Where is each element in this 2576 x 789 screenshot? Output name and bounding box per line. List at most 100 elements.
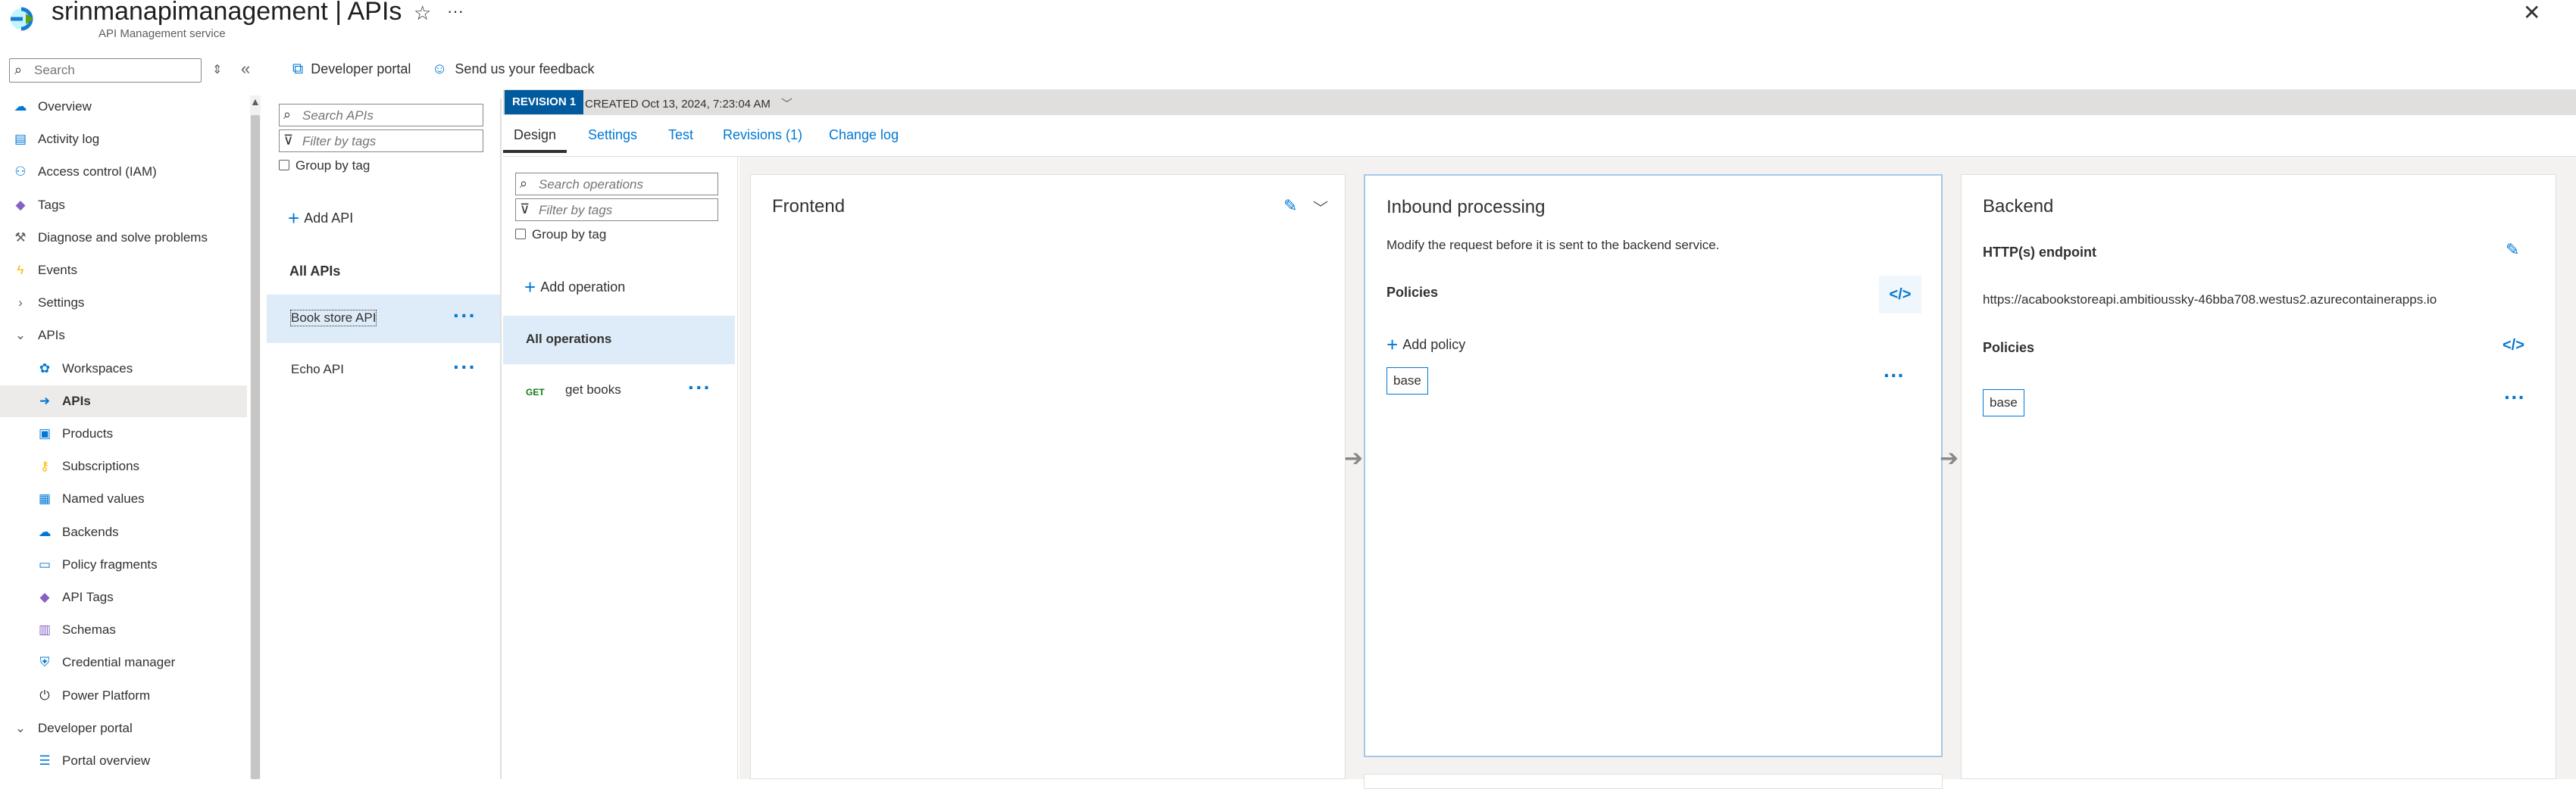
filter-apis-box[interactable]: ⊽ bbox=[279, 129, 483, 152]
cloud-icon: ☁ bbox=[14, 99, 27, 114]
sidebar-item-settings[interactable]: › Settings bbox=[0, 287, 247, 319]
operation-row-get-books[interactable]: GET get books ··· bbox=[503, 366, 735, 415]
sidebar-item-diagnose-and-solve-problems[interactable]: ⚒ Diagnose and solve problems bbox=[0, 222, 247, 254]
chevron-down-icon: ﹀ bbox=[781, 98, 793, 111]
sidebar-item-named-values[interactable]: ▦ Named values bbox=[0, 483, 247, 515]
revision-badge: REVISION 1 bbox=[505, 90, 584, 114]
filter-apis-input[interactable] bbox=[302, 133, 477, 150]
sidebar-item-access-control-iam[interactable]: ⚇ Access control (IAM) bbox=[0, 156, 247, 188]
search-operations-input[interactable] bbox=[539, 176, 713, 193]
edit-pencil-icon[interactable]: ✎ bbox=[2506, 240, 2519, 260]
sidebar-item-apis[interactable]: ⌄ APIs bbox=[0, 320, 247, 351]
search-icon: ⌕ bbox=[283, 107, 292, 122]
sidebar-item-label: Activity log bbox=[38, 132, 100, 147]
nav-scrollbar-thumb[interactable] bbox=[251, 115, 260, 779]
sidebar-item-developer-portal[interactable]: ⌄ Developer portal bbox=[0, 713, 247, 744]
api-more-icon[interactable]: ··· bbox=[453, 355, 477, 379]
api-name: Echo API bbox=[291, 362, 344, 376]
plug-icon: ⏻ bbox=[39, 688, 50, 703]
chevron-down-icon[interactable]: ﹀ bbox=[1313, 196, 1328, 218]
sidebar-item-portal-overview[interactable]: ☰ Portal overview bbox=[0, 745, 247, 777]
search-apis-input[interactable] bbox=[302, 108, 477, 124]
list-icon: ☰ bbox=[39, 753, 51, 768]
add-api-button[interactable]: + Add API bbox=[288, 207, 353, 230]
sidebar-item-overview[interactable]: ☁ Overview bbox=[0, 91, 247, 123]
policy-more-icon[interactable]: ··· bbox=[2504, 385, 2525, 410]
sidebar-item-label: Schemas bbox=[62, 622, 116, 638]
edit-pencil-icon[interactable]: ✎ bbox=[1283, 196, 1297, 216]
checkbox-box[interactable] bbox=[515, 229, 526, 239]
operation-name: get books bbox=[565, 382, 621, 397]
external-link-icon: ⧉ bbox=[292, 61, 304, 77]
tab-design[interactable]: Design bbox=[514, 127, 556, 143]
add-policy-button[interactable]: + Add policy bbox=[1386, 333, 1465, 357]
sidebar-item-apis[interactable]: ➜ APIs bbox=[0, 385, 247, 417]
tab-settings[interactable]: Settings bbox=[588, 127, 637, 143]
sidebar-item-products[interactable]: ▣ Products bbox=[0, 418, 247, 450]
tab-change-log[interactable]: Change log bbox=[829, 127, 899, 143]
chevron-down-icon: ⌄ bbox=[14, 328, 27, 343]
sidebar-item-subscriptions[interactable]: ⚷ Subscriptions bbox=[0, 451, 247, 482]
sidebar-item-label: APIs bbox=[62, 393, 91, 408]
add-operation-button[interactable]: + Add operation bbox=[524, 276, 625, 299]
filter-operations-box[interactable]: ⊽ bbox=[515, 198, 718, 221]
api-more-icon[interactable]: ··· bbox=[453, 304, 477, 328]
nav-search-box[interactable]: ⌕ bbox=[9, 58, 202, 83]
sidebar-item-api-tags[interactable]: ◆ API Tags bbox=[0, 582, 247, 613]
search-apis-box[interactable]: ⌕ bbox=[279, 104, 483, 126]
tab-revisions[interactable]: Revisions (1) bbox=[723, 127, 802, 143]
sidebar-item-power-platform[interactable]: ⏻ Power Platform bbox=[0, 680, 247, 712]
policy-more-icon[interactable]: ··· bbox=[1884, 363, 1905, 388]
sidebar-item-credential-manager[interactable]: ⛨ Credential manager bbox=[0, 647, 247, 678]
api-row-book-store[interactable]: Book store API ··· bbox=[267, 295, 500, 343]
sidebar-item-label: Products bbox=[62, 426, 114, 441]
close-icon[interactable]: ✕ bbox=[2523, 0, 2540, 25]
sidebar-item-events[interactable]: ϟ Events bbox=[0, 254, 247, 286]
all-apis-heading: All APIs bbox=[289, 264, 341, 279]
more-options-icon[interactable]: ··· bbox=[447, 2, 464, 21]
sidebar-item-backends[interactable]: ☁ Backends bbox=[0, 516, 247, 548]
feedback-person-icon: ☺ bbox=[432, 61, 448, 77]
revision-created[interactable]: CREATED Oct 13, 2024, 7:23:04 AM ﹀ bbox=[585, 95, 792, 111]
frontend-title: Frontend bbox=[772, 196, 846, 217]
sort-icon[interactable]: ⇕ bbox=[212, 62, 222, 77]
sidebar-item-workspaces[interactable]: ✿ Workspaces bbox=[0, 353, 247, 385]
lightning-icon: ϟ bbox=[17, 263, 24, 277]
favorite-star-icon[interactable]: ☆ bbox=[414, 2, 431, 25]
nav-search-input[interactable] bbox=[34, 62, 193, 79]
sidebar-item-activity-log[interactable]: ▤ Activity log bbox=[0, 123, 247, 155]
sidebar-item-tags[interactable]: ◆ Tags bbox=[0, 189, 247, 221]
scroll-up-icon[interactable]: ▲ bbox=[250, 95, 261, 108]
feedback-button[interactable]: ☺ Send us your feedback bbox=[432, 61, 595, 78]
search-operations-box[interactable]: ⌕ bbox=[515, 173, 718, 195]
chevron-down-icon: ⌄ bbox=[14, 720, 27, 735]
operations-panel bbox=[503, 157, 738, 779]
group-by-tag-checkbox[interactable]: Group by tag bbox=[279, 158, 370, 173]
tab-test[interactable]: Test bbox=[668, 127, 693, 143]
code-editor-icon[interactable]: </> bbox=[1879, 276, 1921, 313]
developer-portal-button[interactable]: ⧉ Developer portal bbox=[292, 61, 411, 78]
sidebar-item-schemas[interactable]: ▥ Schemas bbox=[0, 614, 247, 646]
all-operations-row[interactable]: All operations bbox=[503, 316, 735, 364]
collapse-nav-icon[interactable]: « bbox=[241, 59, 250, 79]
wrench-icon: ⚒ bbox=[14, 229, 27, 245]
base-policy-tag[interactable]: base bbox=[1386, 367, 1428, 394]
api-row-echo[interactable]: Echo API ··· bbox=[267, 346, 500, 394]
tag-icon: ◆ bbox=[15, 197, 26, 212]
base-policy-tag[interactable]: base bbox=[1983, 389, 2024, 416]
sidebar-item-policy-fragments[interactable]: ▭ Policy fragments bbox=[0, 549, 247, 581]
sidebar-item-label: Access control (IAM) bbox=[38, 164, 157, 179]
http-endpoint-label: HTTP(s) endpoint bbox=[1983, 245, 2096, 260]
sidebar-item-label: Backends bbox=[62, 524, 119, 539]
filter-operations-input[interactable] bbox=[539, 202, 713, 219]
sidebar-item-label: Developer portal bbox=[38, 720, 133, 735]
checkbox-box[interactable] bbox=[279, 160, 289, 170]
backend-policies-label: Policies bbox=[1983, 340, 2035, 355]
sidebar-item-label: Overview bbox=[38, 99, 92, 114]
sidebar-item-label: Credential manager bbox=[62, 655, 176, 670]
backend-cloud-icon: ☁ bbox=[38, 524, 52, 539]
feedback-label: Send us your feedback bbox=[455, 61, 595, 76]
group-operations-checkbox[interactable]: Group by tag bbox=[515, 227, 606, 242]
operation-more-icon[interactable]: ··· bbox=[688, 376, 711, 400]
code-editor-icon[interactable]: </> bbox=[2503, 337, 2524, 354]
